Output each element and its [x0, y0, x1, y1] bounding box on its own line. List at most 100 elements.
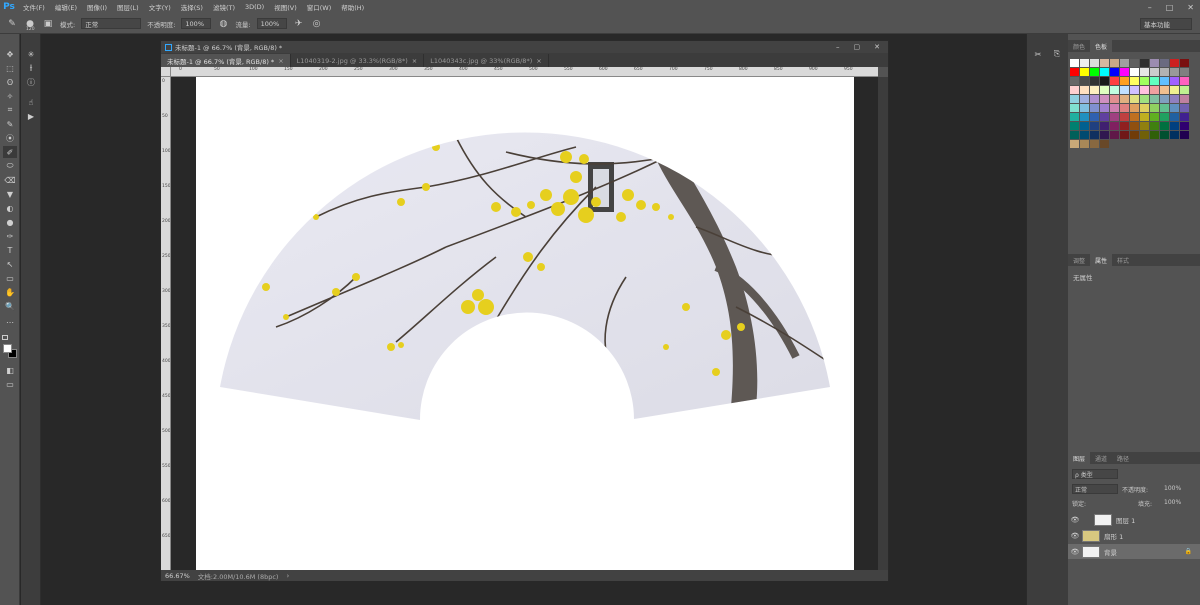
- vertical-scrollbar[interactable]: [878, 77, 888, 570]
- brush-settings-icon[interactable]: ✂: [1031, 48, 1045, 60]
- color-swatch[interactable]: [1150, 104, 1159, 112]
- visibility-eye-icon[interactable]: 👁: [1068, 516, 1082, 524]
- horizontal-ruler[interactable]: 0 50 100 150 200 250 300 350 400 450 500…: [171, 67, 878, 77]
- color-swatch[interactable]: [1080, 59, 1089, 67]
- color-swatch[interactable]: [1160, 122, 1169, 130]
- layer-row[interactable]: 👁 图层 1: [1068, 512, 1200, 527]
- minimize-icon[interactable]: –: [1148, 3, 1152, 12]
- color-swatch[interactable]: [1070, 122, 1079, 130]
- close-icon[interactable]: ✕: [1187, 3, 1194, 12]
- color-swatch[interactable]: [1160, 104, 1169, 112]
- menu-image[interactable]: 图像(I): [82, 2, 112, 12]
- layer-row[interactable]: 👁 扇形 1: [1068, 528, 1200, 543]
- doc-restore-icon[interactable]: ▢: [854, 43, 861, 51]
- color-swatch[interactable]: [1170, 122, 1179, 130]
- color-swatch[interactable]: [1130, 113, 1139, 121]
- color-swatch[interactable]: [1070, 104, 1079, 112]
- color-swatch[interactable]: [1090, 95, 1099, 103]
- blend-mode-select[interactable]: 正常: [1072, 484, 1118, 494]
- zoom-level[interactable]: 66.67%: [165, 572, 190, 580]
- color-swatch[interactable]: [1130, 59, 1139, 67]
- color-swatch[interactable]: [1080, 104, 1089, 112]
- fill-field[interactable]: 100%: [1164, 499, 1181, 506]
- tab-l1040343c[interactable]: L1040343c.jpg @ 33%(RGB/8*) ×: [424, 54, 549, 67]
- more-tools-icon[interactable]: ⋯: [3, 316, 17, 328]
- color-swatch[interactable]: [1120, 86, 1129, 94]
- tab-color[interactable]: 颜色: [1068, 40, 1090, 52]
- path-selection-tool-icon[interactable]: ↖: [3, 258, 17, 270]
- color-swatch[interactable]: [1080, 140, 1089, 148]
- layer-row[interactable]: 👁 背景 🔒: [1068, 544, 1200, 559]
- color-swatch[interactable]: [1120, 131, 1129, 139]
- pressure-opacity-icon[interactable]: ◍: [217, 18, 229, 30]
- clone-source-icon[interactable]: ⎘: [1050, 48, 1064, 60]
- color-swatch[interactable]: [1110, 122, 1119, 130]
- move-tool-icon[interactable]: ✥: [3, 48, 17, 60]
- color-swatch[interactable]: [1160, 95, 1169, 103]
- menu-help[interactable]: 帮助(H): [336, 2, 369, 12]
- layer-opacity-field[interactable]: 100%: [1164, 485, 1181, 492]
- color-swatch[interactable]: [1100, 140, 1109, 148]
- color-swatch[interactable]: [1080, 86, 1089, 94]
- paint-bucket-tool-icon[interactable]: ▼: [3, 188, 17, 200]
- color-swatch[interactable]: [1100, 95, 1109, 103]
- color-swatch[interactable]: [1160, 77, 1169, 85]
- status-menu-arrow[interactable]: ›: [286, 572, 289, 580]
- color-swatch[interactable]: [1100, 59, 1109, 67]
- menu-file[interactable]: 文件(F): [18, 2, 50, 12]
- layer-filter-select[interactable]: ρ 类型: [1072, 469, 1118, 479]
- color-swatch[interactable]: [1090, 68, 1099, 76]
- color-swatch[interactable]: [1170, 86, 1179, 94]
- color-swatch[interactable]: [1180, 68, 1189, 76]
- menu-type[interactable]: 文字(Y): [144, 2, 176, 12]
- brush-settings-icon[interactable]: ✳: [24, 48, 38, 60]
- color-swatch[interactable]: [1160, 59, 1169, 67]
- dodge-tool-icon[interactable]: ◐: [3, 202, 17, 214]
- tab-close-icon[interactable]: ×: [412, 57, 417, 65]
- color-swatch[interactable]: [1140, 113, 1149, 121]
- menu-edit[interactable]: 编辑(E): [50, 2, 82, 12]
- color-swatch[interactable]: [1120, 68, 1129, 76]
- color-swatch[interactable]: [1150, 86, 1159, 94]
- tab-untitled-1[interactable]: 未标题-1 @ 66.7% (背景, RGB/8) * ×: [161, 54, 291, 67]
- color-swatch[interactable]: [1100, 77, 1109, 85]
- color-swatch[interactable]: [1070, 113, 1079, 121]
- tab-styles[interactable]: 样式: [1112, 254, 1134, 266]
- document-titlebar[interactable]: 未标题-1 @ 66.7% (背景, RGB/8) * – ▢ ✕: [161, 41, 888, 53]
- color-swatch[interactable]: [1150, 113, 1159, 121]
- color-swatch[interactable]: [1090, 122, 1099, 130]
- color-swatch[interactable]: [1100, 113, 1109, 121]
- color-swatch[interactable]: [1170, 77, 1179, 85]
- vertical-ruler[interactable]: 0 50 100 150 200 250 300 350 400 450 500…: [161, 77, 171, 570]
- color-swatch[interactable]: [1180, 77, 1189, 85]
- menu-layer[interactable]: 图层(L): [112, 2, 144, 12]
- color-swatch[interactable]: [1090, 104, 1099, 112]
- visibility-eye-icon[interactable]: 👁: [1068, 532, 1082, 540]
- actions-icon[interactable]: ▶: [24, 110, 38, 122]
- tab-properties[interactable]: 属性: [1090, 254, 1113, 266]
- crop-tool-icon[interactable]: ⌗: [3, 104, 17, 116]
- tab-paths[interactable]: 路径: [1112, 452, 1134, 464]
- color-swatch[interactable]: [1170, 95, 1179, 103]
- lasso-tool-icon[interactable]: ʘ: [3, 76, 17, 88]
- brush-panel-icon[interactable]: ▣: [42, 18, 54, 30]
- zoom-tool-icon[interactable]: 🔍: [3, 300, 17, 312]
- color-swatch[interactable]: [1070, 86, 1079, 94]
- color-swatch[interactable]: [1110, 86, 1119, 94]
- color-swatch[interactable]: [1100, 131, 1109, 139]
- color-swatch[interactable]: [1180, 104, 1189, 112]
- shape-tool-icon[interactable]: ▭: [3, 272, 17, 284]
- color-swatch[interactable]: [1100, 122, 1109, 130]
- color-swatch[interactable]: [1110, 77, 1119, 85]
- default-colors-icon[interactable]: [2, 335, 8, 340]
- color-swatch[interactable]: [1100, 104, 1109, 112]
- color-swatch[interactable]: [1090, 140, 1099, 148]
- color-swatch[interactable]: [1170, 68, 1179, 76]
- canvas-area[interactable]: [171, 77, 878, 570]
- color-swatch[interactable]: [1170, 113, 1179, 121]
- color-swatch[interactable]: [1080, 77, 1089, 85]
- brush-tool-icon[interactable]: ✐: [3, 146, 17, 158]
- color-swatch[interactable]: [1120, 95, 1129, 103]
- color-swatch[interactable]: [1110, 68, 1119, 76]
- color-swatch[interactable]: [1140, 104, 1149, 112]
